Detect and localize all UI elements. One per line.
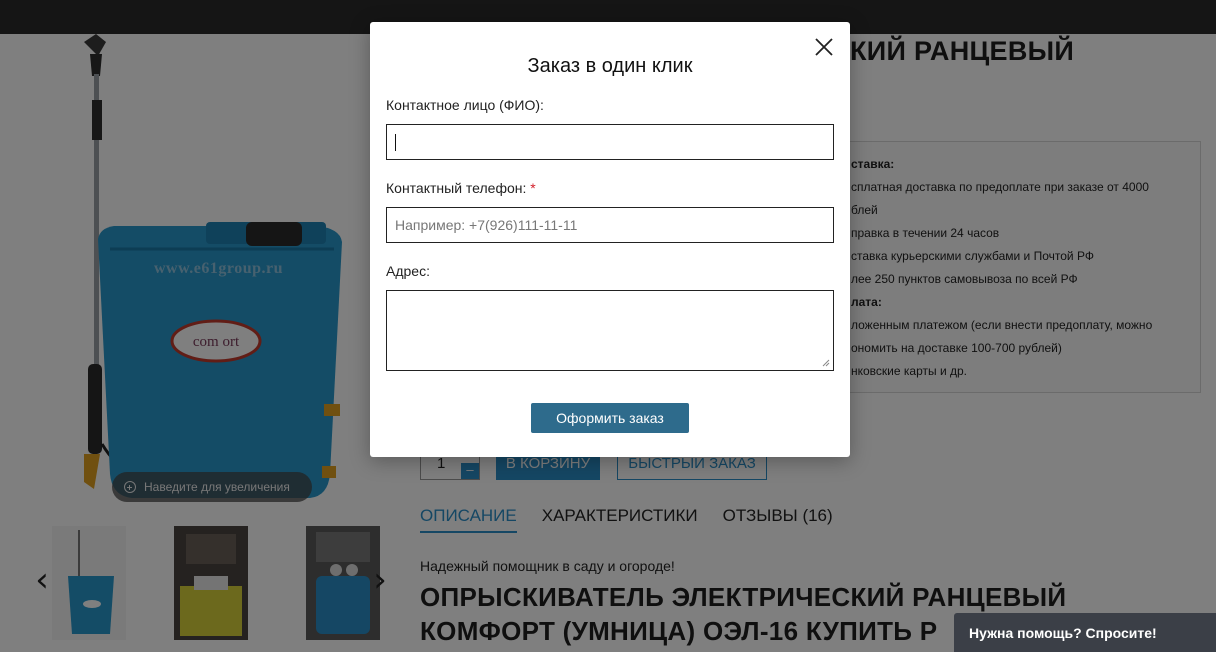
- modal-title: Заказ в один клик: [527, 55, 693, 77]
- one-click-order-modal: Заказ в один клик Контактное лицо (ФИО):…: [370, 22, 850, 457]
- phone-field[interactable]: [386, 207, 834, 243]
- name-label: Контактное лицо (ФИО):: [386, 97, 544, 113]
- resize-grip-icon[interactable]: [822, 359, 830, 367]
- submit-order-button[interactable]: Оформить заказ: [531, 403, 689, 433]
- name-field[interactable]: [386, 124, 834, 160]
- phone-label-row: Контактный телефон: *: [386, 180, 536, 196]
- text-cursor: [395, 134, 396, 151]
- phone-label: Контактный телефон:: [386, 180, 527, 196]
- help-chat-button[interactable]: Нужна помощь? Спросите!: [954, 613, 1216, 652]
- address-label: Адрес:: [386, 263, 430, 279]
- required-mark: *: [530, 180, 536, 196]
- address-field[interactable]: [386, 290, 834, 371]
